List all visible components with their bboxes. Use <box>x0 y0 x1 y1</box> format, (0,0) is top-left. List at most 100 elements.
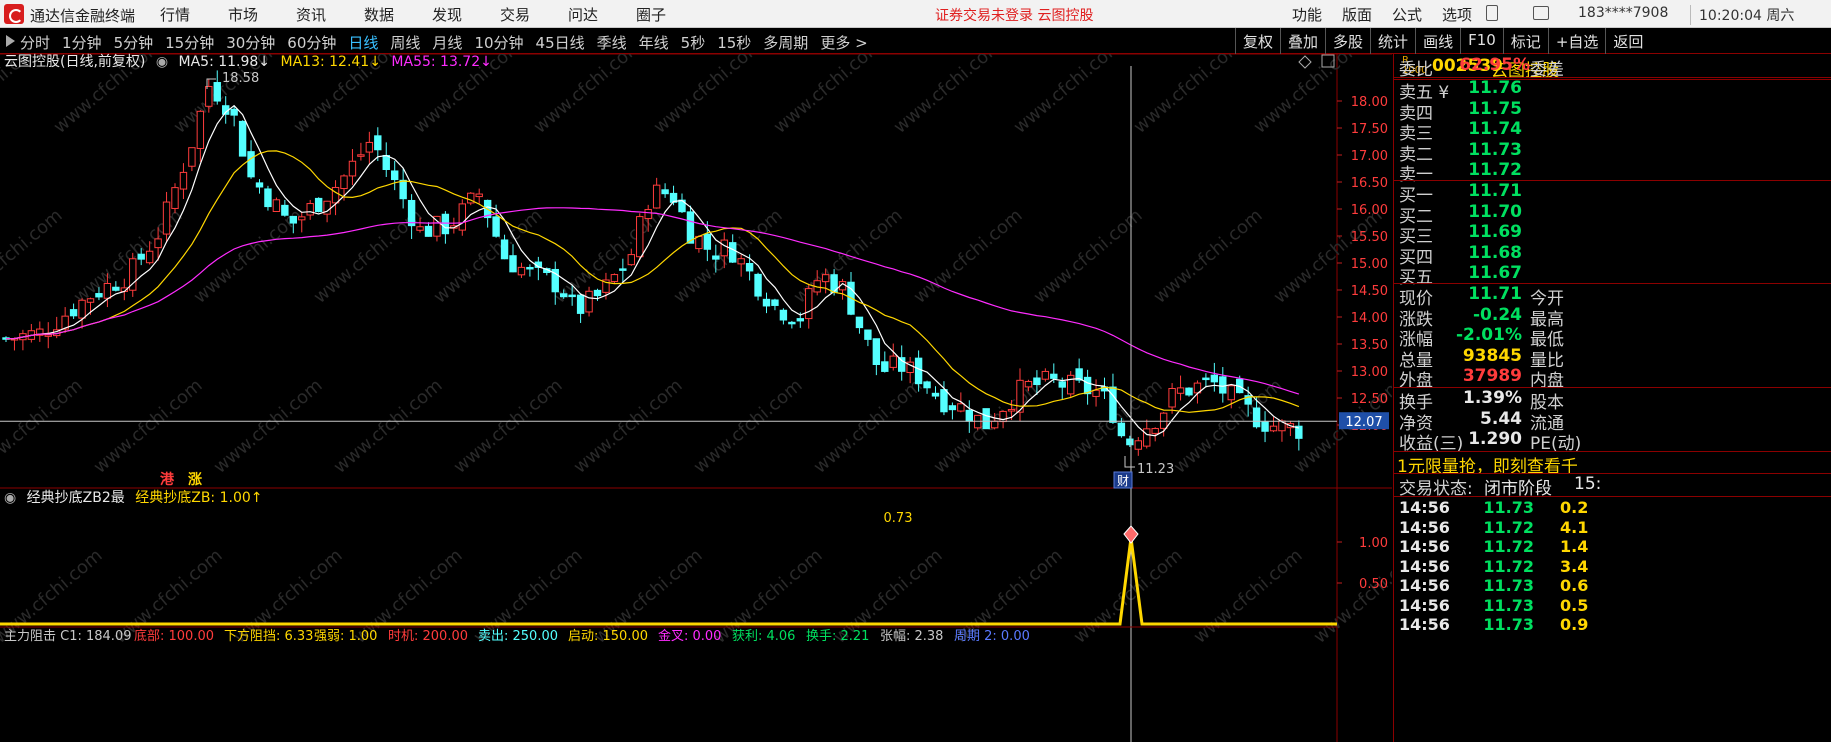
order-book-sell-row[interactable]: 卖四 11.75 <box>1394 99 1831 124</box>
weibi-row: 委比 62.95% 委差 <box>1394 55 1831 80</box>
period-tab[interactable]: 45日线 <box>536 32 585 53</box>
order-book-sell-row[interactable]: 卖三 11.74 <box>1394 119 1831 144</box>
tick-row: 14:56 11.73 0.5 <box>1394 596 1831 616</box>
order-book-buy-row[interactable]: 买二 11.70 <box>1394 202 1831 227</box>
period-tab[interactable]: 周线 <box>390 32 420 53</box>
chart-action-button[interactable]: 复权 <box>1235 28 1280 54</box>
period-tab[interactable]: 季线 <box>597 32 627 53</box>
candle-down <box>382 154 390 171</box>
period-tab[interactable]: 分时 <box>20 32 50 53</box>
chart-action-button[interactable]: 返回 <box>1605 28 1650 54</box>
mail-icon[interactable] <box>1533 6 1549 20</box>
candle-down <box>407 199 416 227</box>
finance-value: 1.39% <box>1463 388 1522 408</box>
chart-action-button[interactable]: 画线 <box>1415 28 1460 54</box>
period-tab[interactable]: 月线 <box>432 32 462 53</box>
menu-item-layout[interactable]: 版面 <box>1342 4 1392 25</box>
order-book-sell-row[interactable]: 卖二 11.73 <box>1394 140 1831 165</box>
candle-down <box>914 357 923 385</box>
play-icon[interactable] <box>6 35 15 47</box>
trade-status-row: 交易状态: 闭市阶段 15: <box>1394 474 1831 499</box>
period-tab[interactable]: 年线 <box>639 32 669 53</box>
menu-item-circle[interactable]: 圈子 <box>636 4 704 25</box>
chart-action-button[interactable]: 统计 <box>1370 28 1415 54</box>
candle-up <box>517 266 526 276</box>
candle-down <box>788 321 796 325</box>
chart-action-button[interactable]: 叠加 <box>1280 28 1325 54</box>
candle-up <box>1143 428 1151 447</box>
period-tab[interactable]: 15秒 <box>717 32 751 53</box>
order-book-buy-row[interactable]: 买四 11.68 <box>1394 243 1831 268</box>
menu-item-formula[interactable]: 公式 <box>1392 4 1442 25</box>
menu-item-market[interactable]: 行情 <box>160 4 228 25</box>
candle-down <box>560 293 568 298</box>
phone-icon[interactable] <box>1486 5 1498 21</box>
kline-chart[interactable]: www.cfchi.com www.cfchi.com www.cfchi.com w… <box>0 54 1392 742</box>
period-tab[interactable]: 日线 <box>348 32 378 53</box>
candle-down <box>247 151 255 178</box>
menu-item-data[interactable]: 数据 <box>364 4 432 25</box>
y-tick-label: 18.00 <box>1351 95 1388 110</box>
menu-item-news[interactable]: 资讯 <box>296 4 364 25</box>
candle-down <box>779 309 788 321</box>
candle-down <box>391 170 399 181</box>
order-book-buy-row[interactable]: 买一 11.71 <box>1394 181 1831 206</box>
indicator-title: 经典抄底ZB2最 <box>26 490 125 506</box>
trade-login-notice[interactable]: 证券交易未登录 云图控股 <box>935 5 1093 25</box>
chart-action-button[interactable]: F10 <box>1460 28 1503 54</box>
order-book-buy-row[interactable]: 买三 11.69 <box>1394 222 1831 247</box>
weibi-value: 62.95% <box>1459 55 1530 75</box>
chart-action-button[interactable]: +自选 <box>1547 28 1606 54</box>
bottom-strip-item: 张幅: 2.38 <box>880 629 943 644</box>
candle-up <box>179 171 188 190</box>
order-book-buy-row[interactable]: 买五 11.67 <box>1394 263 1831 288</box>
menu-item-options[interactable]: 选项 <box>1442 4 1492 25</box>
indicator-toggle-icon[interactable]: ◉ <box>4 490 16 506</box>
chart-action-button[interactable]: 多股 <box>1325 28 1370 54</box>
period-tab[interactable]: 10分钟 <box>474 32 523 53</box>
candle-up <box>1176 387 1185 394</box>
tick-price: 11.72 <box>1483 517 1534 537</box>
legend-toggle-icon[interactable]: ◉ <box>156 54 168 70</box>
order-book-sell-row[interactable]: 卖一 11.72 <box>1394 160 1831 185</box>
order-book-sell-row[interactable]: 卖五 ¥11.76 <box>1394 78 1831 103</box>
period-tab[interactable]: 60分钟 <box>287 32 336 53</box>
chart-action-button[interactable]: 标记 <box>1502 28 1548 54</box>
y-tick-label: 16.00 <box>1351 203 1388 218</box>
period-tab[interactable]: 5秒 <box>681 32 706 53</box>
user-account[interactable]: 183****7908 <box>1578 5 1668 21</box>
quote-row: 外盘 37989 内盘 <box>1394 366 1831 391</box>
zhang-badge[interactable]: 涨 <box>188 469 202 489</box>
candle-up <box>1067 374 1075 395</box>
clock: 10:20:04 周六 <box>1690 5 1794 25</box>
candle-down <box>931 392 940 397</box>
tick-price: 11.73 <box>1483 576 1534 595</box>
period-tab[interactable]: 更多 > <box>820 32 867 53</box>
menu-item-ask[interactable]: 问达 <box>568 4 636 25</box>
tick-row: 14:56 11.73 0.2 <box>1394 498 1831 518</box>
menu-item-trade[interactable]: 交易 <box>500 4 568 25</box>
hk-badge[interactable]: 港 <box>160 469 174 489</box>
app-logo-icon <box>4 4 24 24</box>
period-tab[interactable]: 1分钟 <box>62 32 102 53</box>
menu-item-function[interactable]: 功能 <box>1292 4 1342 25</box>
low-price-label: 11.23 <box>1137 462 1174 477</box>
period-tab[interactable]: 30分钟 <box>226 32 275 53</box>
menu-item-markets[interactable]: 市场 <box>228 4 296 25</box>
period-tab[interactable]: 多周期 <box>763 32 808 53</box>
menu-item-discover[interactable]: 发现 <box>432 4 500 25</box>
y-tick-label: 17.50 <box>1351 122 1388 137</box>
bottom-strip-item: 强弱: 1.00 <box>314 629 377 644</box>
y-tick-label: 16.50 <box>1351 176 1388 191</box>
watermark-text: www.cfchi.com <box>570 375 687 478</box>
ad-banner[interactable]: 1元限量抢，即刻查看千 <box>1397 452 1831 477</box>
candle-up <box>145 250 154 264</box>
quote-row: 总量 93845 量比 <box>1394 346 1831 371</box>
chart-canvas[interactable]: www.cfchi.comwww.cfchi.comwww.cfchi.comw… <box>0 54 1392 742</box>
candle-up <box>821 274 830 283</box>
signal-gem-icon <box>1123 525 1139 544</box>
tick-row: 14:56 11.72 3.4 <box>1394 557 1831 577</box>
candle-up <box>475 193 483 198</box>
period-tab[interactable]: 5分钟 <box>114 32 154 53</box>
period-tab[interactable]: 15分钟 <box>165 32 214 53</box>
